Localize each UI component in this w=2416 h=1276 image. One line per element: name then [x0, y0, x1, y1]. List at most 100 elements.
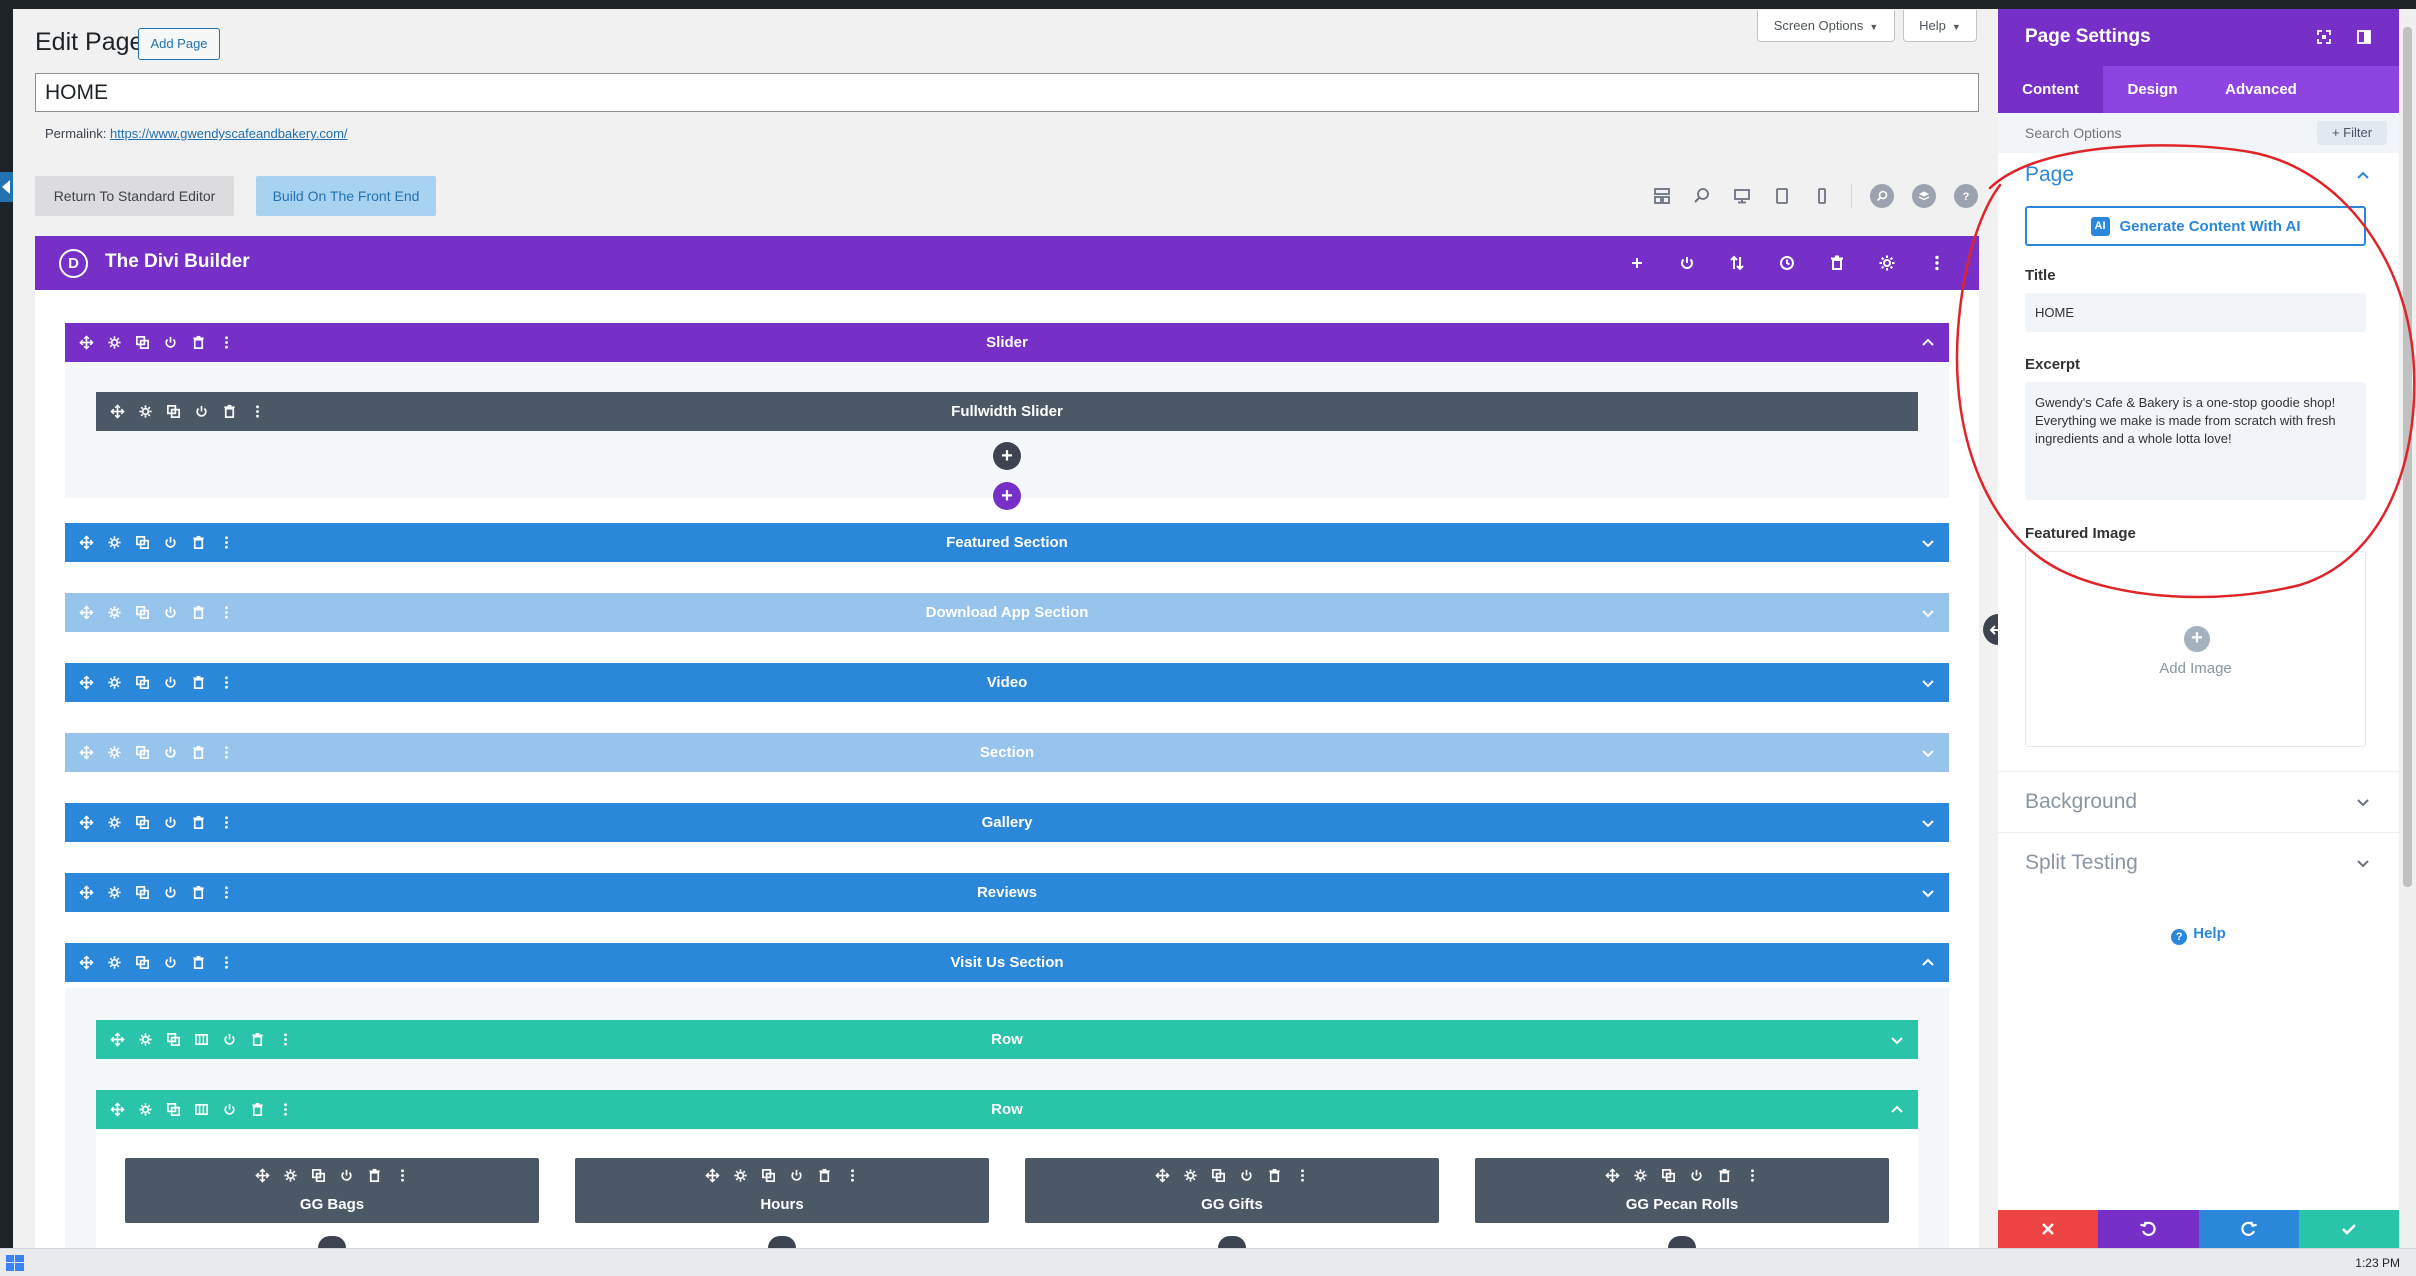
search-icon[interactable] [1870, 184, 1894, 208]
more-options-icon[interactable] [218, 605, 234, 621]
row-bar[interactable]: Row [96, 1090, 1918, 1129]
more-options-icon[interactable] [218, 335, 234, 351]
gear-icon[interactable] [1182, 1167, 1198, 1183]
wireframe-view-icon[interactable] [1651, 185, 1673, 207]
help-circle-icon[interactable]: ? [1954, 184, 1978, 208]
expand-icon[interactable] [2314, 27, 2334, 47]
module-card[interactable]: GG Pecan Rolls [1475, 1158, 1889, 1223]
move-icon[interactable] [109, 1102, 125, 1118]
duplicate-icon[interactable] [134, 335, 150, 351]
gear-icon[interactable] [106, 335, 122, 351]
section-bar[interactable]: Download App Section [65, 593, 1949, 632]
add-icon[interactable] [1625, 251, 1649, 275]
gear-icon[interactable] [137, 404, 153, 420]
gear-icon[interactable] [137, 1102, 153, 1118]
move-icon[interactable] [1154, 1167, 1170, 1183]
section-bar[interactable]: Section [65, 733, 1949, 772]
chevron-down-icon[interactable] [1919, 884, 1937, 902]
trash-icon[interactable] [190, 815, 206, 831]
add-image-icon[interactable]: + [2184, 626, 2210, 652]
section-bar[interactable]: Slider [65, 323, 1949, 362]
move-icon[interactable] [78, 605, 94, 621]
power-icon[interactable] [162, 955, 178, 971]
history-icon[interactable] [1775, 251, 1799, 275]
duplicate-icon[interactable] [1660, 1167, 1676, 1183]
gear-icon[interactable] [106, 885, 122, 901]
collapse-menu-tab[interactable] [0, 172, 13, 202]
move-icon[interactable] [109, 404, 125, 420]
permalink-link[interactable]: https://www.gwendyscafeandbakery.com/ [110, 126, 348, 141]
page-scrollbar[interactable] [2399, 9, 2416, 1248]
duplicate-icon[interactable] [165, 1102, 181, 1118]
trash-icon[interactable] [190, 335, 206, 351]
more-options-icon[interactable] [218, 955, 234, 971]
more-options-icon[interactable] [218, 675, 234, 691]
chevron-up-icon[interactable] [1919, 954, 1937, 972]
power-icon[interactable] [221, 1032, 237, 1048]
chevron-down-icon[interactable] [1888, 1031, 1906, 1049]
add-row-button[interactable]: + [993, 482, 1021, 510]
tab-design[interactable]: Design [2103, 66, 2202, 113]
search-options-input[interactable] [2025, 122, 2285, 144]
more-options-icon[interactable] [218, 815, 234, 831]
power-icon[interactable] [162, 745, 178, 761]
chevron-up-icon[interactable] [2354, 167, 2372, 185]
trash-icon[interactable] [190, 605, 206, 621]
post-title-input[interactable] [35, 73, 1979, 112]
gear-icon[interactable] [1875, 251, 1899, 275]
page-group-toggle[interactable]: Page [2025, 163, 2074, 187]
gear-icon[interactable] [1632, 1167, 1648, 1183]
add-page-button[interactable]: Add Page [138, 28, 220, 60]
sidebar-toggle-icon[interactable] [2354, 27, 2374, 47]
duplicate-icon[interactable] [165, 404, 181, 420]
background-group-toggle[interactable]: Background [1998, 771, 2399, 832]
section-bar[interactable]: Featured Section [65, 523, 1949, 562]
trash-icon[interactable] [366, 1167, 382, 1183]
columns-icon[interactable] [193, 1032, 209, 1048]
screen-options-tab[interactable]: Screen Options ▼ [1757, 10, 1895, 42]
section-bar[interactable]: Gallery [65, 803, 1949, 842]
power-icon[interactable] [162, 335, 178, 351]
more-options-icon[interactable] [277, 1102, 293, 1118]
portability-icon[interactable] [1725, 251, 1749, 275]
tab-advanced[interactable]: Advanced [2202, 66, 2320, 113]
panel-help-link[interactable]: ? Help [1998, 925, 2399, 945]
duplicate-icon[interactable] [134, 745, 150, 761]
redo-button[interactable] [2198, 1210, 2299, 1248]
more-options-icon[interactable] [1744, 1167, 1760, 1183]
duplicate-icon[interactable] [134, 605, 150, 621]
desktop-view-icon[interactable] [1731, 185, 1753, 207]
more-options-icon[interactable] [844, 1167, 860, 1183]
power-icon[interactable] [162, 815, 178, 831]
excerpt-field[interactable] [2025, 382, 2366, 500]
chevron-up-icon[interactable] [1888, 1101, 1906, 1119]
featured-image-upload[interactable]: + Add Image [2025, 551, 2366, 747]
return-to-standard-editor-button[interactable]: Return To Standard Editor [35, 176, 234, 216]
power-icon[interactable] [162, 535, 178, 551]
section-bar[interactable]: Reviews [65, 873, 1949, 912]
power-icon[interactable] [162, 605, 178, 621]
chevron-down-icon[interactable] [1919, 604, 1937, 622]
section-bar[interactable]: Video [65, 663, 1949, 702]
duplicate-icon[interactable] [310, 1167, 326, 1183]
duplicate-icon[interactable] [134, 535, 150, 551]
duplicate-icon[interactable] [165, 1032, 181, 1048]
build-on-front-end-button[interactable]: Build On The Front End [256, 176, 436, 216]
undo-button[interactable] [2098, 1210, 2199, 1248]
power-icon[interactable] [1675, 251, 1699, 275]
power-icon[interactable] [1238, 1167, 1254, 1183]
trash-icon[interactable] [221, 404, 237, 420]
columns-icon[interactable] [193, 1102, 209, 1118]
split-testing-group-toggle[interactable]: Split Testing [1998, 832, 2399, 893]
move-icon[interactable] [78, 745, 94, 761]
fullwidth-slider-module[interactable]: Fullwidth Slider [96, 392, 1918, 431]
start-icon[interactable] [6, 1255, 24, 1271]
duplicate-icon[interactable] [134, 955, 150, 971]
power-icon[interactable] [162, 675, 178, 691]
tablet-view-icon[interactable] [1771, 185, 1793, 207]
phone-view-icon[interactable] [1811, 185, 1833, 207]
trash-icon[interactable] [190, 535, 206, 551]
trash-icon[interactable] [190, 675, 206, 691]
generate-content-ai-button[interactable]: AI Generate Content With AI [2025, 206, 2366, 246]
duplicate-icon[interactable] [134, 675, 150, 691]
